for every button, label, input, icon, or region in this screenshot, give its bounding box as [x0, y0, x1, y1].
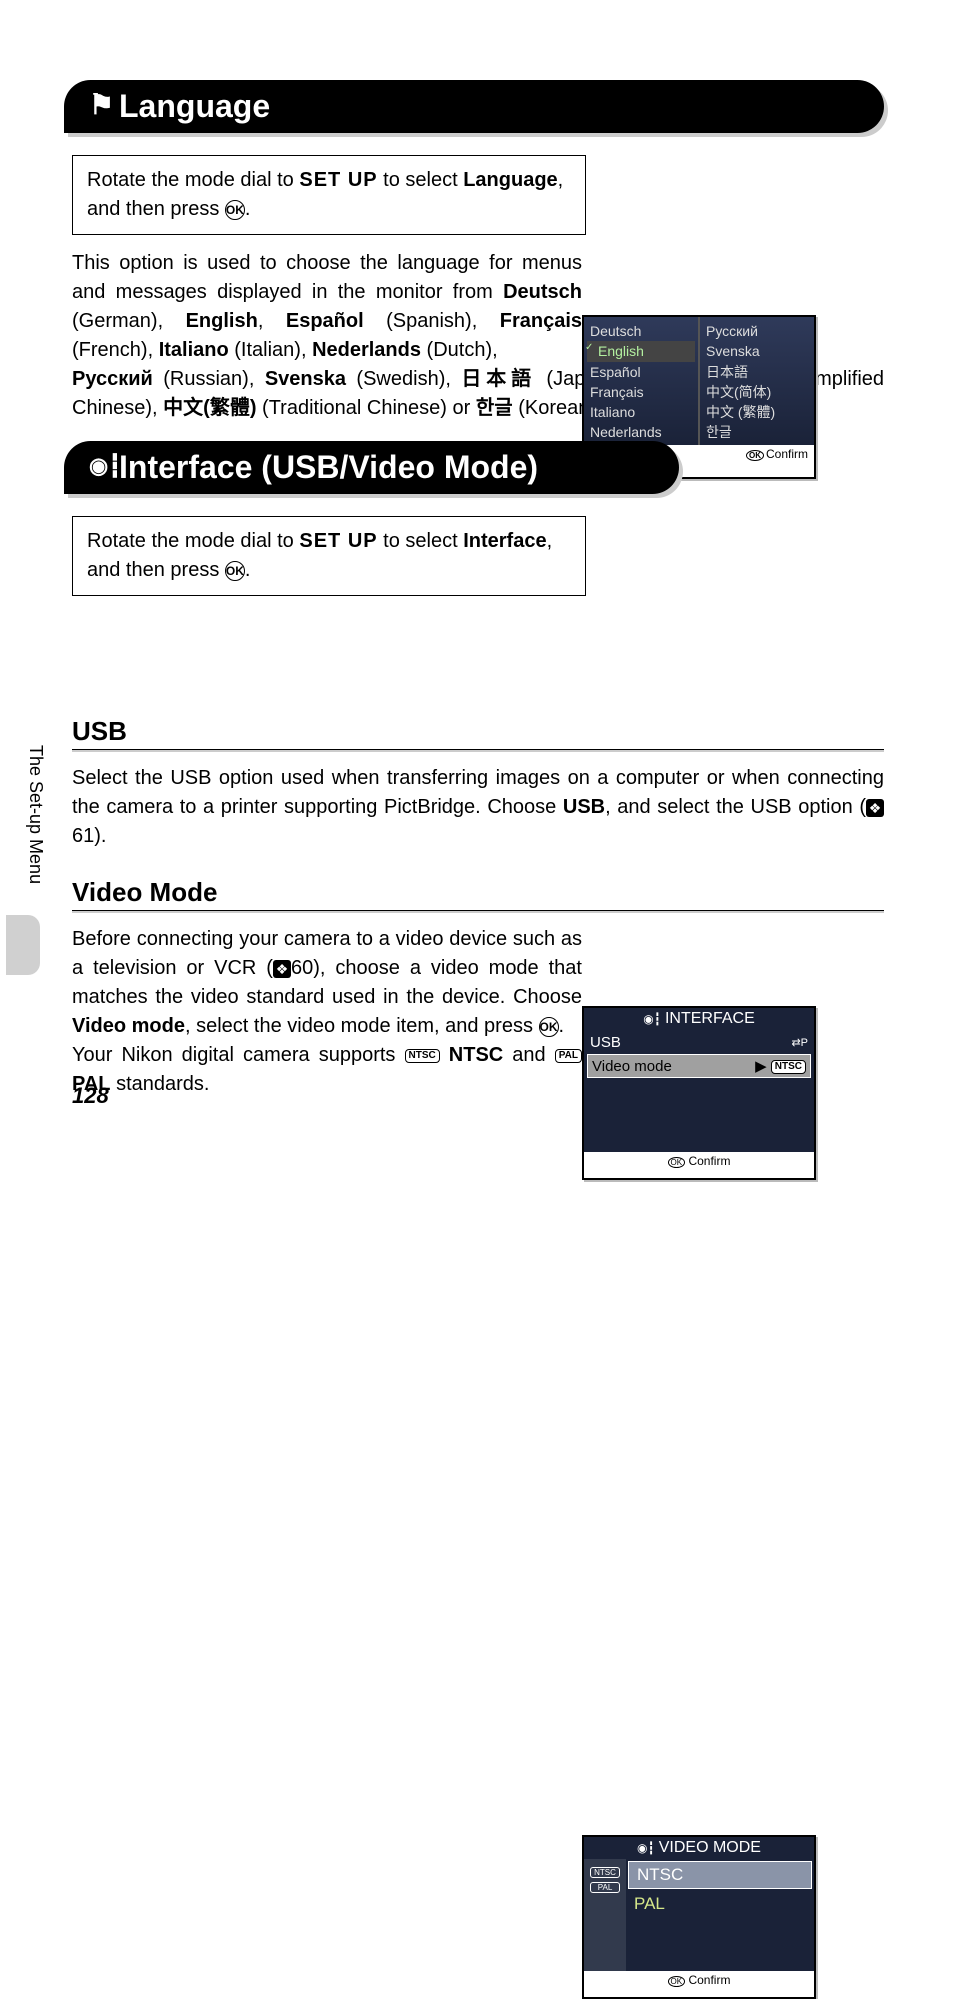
lcd-lang-item: Français	[590, 382, 692, 402]
section-title-interface: ◉┇ Interface (USB/Video Mode)	[64, 441, 679, 494]
ntsc-icon: NTSC	[590, 1867, 620, 1878]
lcd-lang-item: Italiano	[590, 402, 692, 422]
subsection-usb-title: USB	[72, 716, 884, 750]
lcd-lang-item: 中文 (繁體)	[706, 402, 808, 422]
lcd-lang-item: 中文(简体)	[706, 382, 808, 402]
lcd-lang-item: Nederlands	[590, 422, 692, 442]
reference-icon: ❖	[273, 960, 291, 978]
lcd-lang-item: Deutsch	[590, 321, 692, 341]
ok-button-icon: OK	[668, 1976, 686, 1987]
ntsc-badge: NTSC	[405, 1049, 440, 1063]
title-text: Interface (USB/Video Mode)	[119, 449, 538, 485]
lcd-lang-item: Svenska	[706, 341, 808, 361]
ok-icon: OK	[539, 1017, 559, 1037]
ok-button-icon: OK	[668, 1157, 686, 1168]
ok-icon: OK	[225, 561, 245, 581]
pal-icon: PAL	[590, 1882, 620, 1893]
ok-icon: OK	[225, 200, 245, 220]
video-body: Before connecting your camera to a video…	[72, 925, 582, 1099]
lcd-lang-item: Español	[590, 362, 692, 382]
lcd-lang-item: 日本語	[706, 362, 808, 382]
interface-icon: ◉┇	[89, 453, 121, 479]
reference-icon: ❖	[866, 799, 884, 817]
usb-body: Select the USB option used when transfer…	[72, 764, 884, 851]
lcd-video-screen: ◉┇VIDEO MODE NTSC PAL NTSC PAL OK Confir…	[582, 1835, 816, 1999]
subsection-video-title: Video Mode	[72, 877, 884, 911]
lcd-row-selected: NTSC	[628, 1861, 812, 1889]
side-tab-label: The Set-up Menu	[25, 745, 46, 884]
interface-icon: ◉┇	[637, 1841, 655, 1855]
ok-button-icon: OK	[746, 450, 764, 461]
section-title-language: ⚑ Language	[64, 80, 884, 133]
page-number: 128	[72, 1083, 109, 1109]
language-instruction-box: Rotate the mode dial to SET UP to select…	[72, 155, 586, 235]
setup-label: SET UP	[299, 530, 377, 552]
setup-label: SET UP	[299, 169, 377, 191]
lcd-row: PAL	[626, 1891, 814, 1917]
lcd-lang-item: 한글	[706, 422, 808, 442]
title-text: Language	[119, 88, 270, 124]
lcd-lang-item-selected: English	[587, 341, 695, 361]
lcd-lang-item: Русский	[706, 321, 808, 341]
interface-instruction-box: Rotate the mode dial to SET UP to select…	[72, 516, 586, 596]
flag-icon: ⚑	[89, 88, 114, 121]
pal-badge: PAL	[555, 1049, 582, 1063]
